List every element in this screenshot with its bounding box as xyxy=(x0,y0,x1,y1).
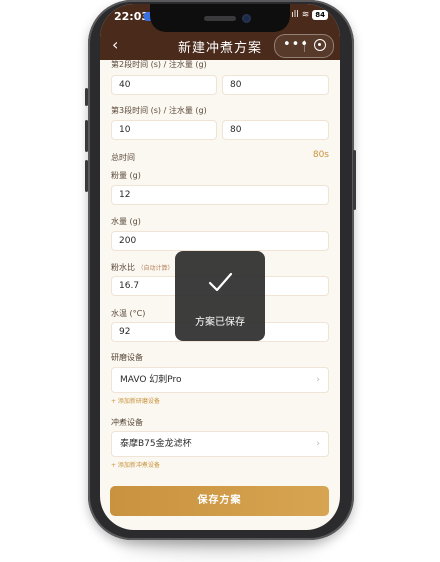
speaker-grille xyxy=(204,16,236,21)
menu-capsule: ••• xyxy=(274,34,334,58)
coffee-dose-label: 粉量 (g) xyxy=(111,171,141,180)
add-brewer-link[interactable]: + 添加新冲煮设备 xyxy=(111,460,160,469)
total-time-label: 总时间 xyxy=(111,153,135,162)
signal-icon: ıll xyxy=(291,10,299,20)
saved-toast: 方案已保存 xyxy=(175,251,265,341)
stage2-time-input[interactable]: 40 xyxy=(111,75,217,95)
stage3-water-input[interactable]: 80 xyxy=(222,120,329,140)
navigation-bar: ‹ 新建冲煮方案 ••• xyxy=(100,30,340,60)
front-camera xyxy=(242,14,251,23)
more-icon[interactable]: ••• xyxy=(283,37,309,52)
phone-screen: 22:03 ıll ≋ 84 ‹ 新建冲煮方案 ••• 第2段时间 (s) / … xyxy=(100,4,340,530)
add-grinder-link[interactable]: + 添加新研磨设备 xyxy=(111,396,160,405)
mute-switch xyxy=(85,88,88,106)
brewer-select[interactable]: 泰摩B75金龙滤杯 › xyxy=(111,431,329,457)
stage2-label: 第2段时间 (s) / 注水量 (g) xyxy=(111,60,207,69)
notch xyxy=(150,4,290,32)
power-button xyxy=(353,150,356,210)
capsule-divider xyxy=(304,40,305,52)
save-plan-button[interactable]: 保存方案 xyxy=(110,486,329,516)
coffee-dose-input[interactable]: 12 xyxy=(111,185,329,205)
water-amount-input[interactable]: 200 xyxy=(111,231,329,251)
brewer-value: 泰摩B75金龙滤杯 xyxy=(120,439,192,449)
volume-up-button xyxy=(85,120,88,152)
ratio-label-text: 粉水比 xyxy=(111,263,135,272)
battery-icon: 84 xyxy=(312,10,328,20)
grinder-select[interactable]: MAVO 幻刺Pro › xyxy=(111,367,329,393)
total-time-value: 80s xyxy=(312,150,329,160)
brewer-label: 冲煮设备 xyxy=(111,418,143,427)
ratio-auto-hint: （自动计算） xyxy=(137,265,174,272)
stage2-water-input[interactable]: 80 xyxy=(222,75,329,95)
water-amount-label: 水量 (g) xyxy=(111,217,141,226)
close-icon[interactable] xyxy=(314,39,326,51)
grinder-label: 研磨设备 xyxy=(111,353,143,362)
status-icons: ıll ≋ 84 xyxy=(291,10,328,20)
stage3-label: 第3段时间 (s) / 注水量 (g) xyxy=(111,106,207,115)
ratio-label: 粉水比 （自动计算） xyxy=(111,262,174,273)
chevron-right-icon: › xyxy=(316,439,320,449)
chevron-right-icon: › xyxy=(316,375,320,385)
stage3-time-input[interactable]: 10 xyxy=(111,120,217,140)
volume-down-button xyxy=(85,160,88,192)
toast-message: 方案已保存 xyxy=(195,317,245,328)
check-icon xyxy=(208,272,233,292)
grinder-value: MAVO 幻刺Pro xyxy=(120,375,182,385)
temperature-label: 水温 (°C) xyxy=(111,309,146,318)
wifi-icon: ≋ xyxy=(301,10,310,20)
